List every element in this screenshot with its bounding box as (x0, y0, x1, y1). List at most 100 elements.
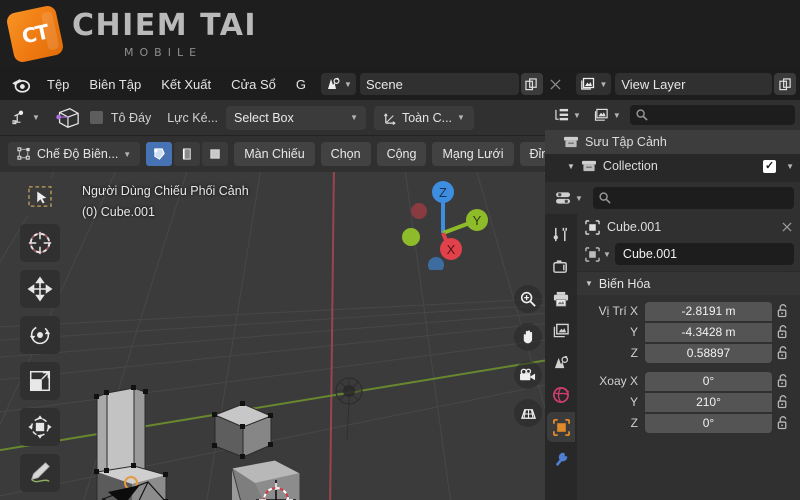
unlocked-icon[interactable] (772, 325, 794, 339)
collection-visibility-checkbox[interactable]: ✓ (763, 159, 777, 173)
chevron-down-icon[interactable]: ▼ (567, 162, 575, 171)
brand-tagline: MOBILE (124, 45, 203, 59)
menu-mesh[interactable]: Mạng Lưới (432, 142, 514, 166)
chevron-down-icon: ▼ (599, 79, 608, 89)
pan-hand-icon[interactable] (514, 323, 542, 351)
outliner-tree[interactable]: Sưu Tập Cảnh ▼ Collection ✓ ▼ (545, 130, 800, 182)
chevron-down-icon: ▼ (344, 79, 352, 89)
view-layer-field[interactable]: View Layer (615, 73, 773, 95)
unlocked-icon[interactable] (772, 346, 794, 360)
output-tab[interactable] (547, 284, 575, 314)
properties-editor-icon[interactable]: ▼ (551, 187, 587, 209)
editor-type-3dview-icon[interactable]: ▼ (8, 106, 44, 129)
render-tab[interactable] (547, 252, 575, 282)
unlocked-icon[interactable] (772, 304, 794, 318)
chevron-down-icon: ▼ (573, 110, 581, 120)
unlocked-icon[interactable] (772, 416, 794, 430)
menu-view[interactable]: Màn Chiếu (234, 142, 315, 166)
location-x-value[interactable]: -2.8191 m (645, 301, 772, 321)
close-icon[interactable] (545, 73, 567, 95)
world-tab[interactable] (547, 380, 575, 410)
menu-edit[interactable]: Biên Tập (80, 73, 150, 96)
menu-window[interactable]: Cửa Sổ (222, 73, 285, 96)
chevron-down-icon: ▼ (612, 110, 621, 120)
3d-viewport[interactable]: Người Dùng Chiếu Phối Cảnh (0) Cube.001 … (0, 172, 545, 500)
location-x-row[interactable]: Vị Trí X -2.8191 m (583, 301, 794, 321)
outliner-display-mode-icon[interactable]: ▼ (550, 104, 585, 126)
transform-panel-header[interactable]: ▼ Biến Hóa (577, 271, 800, 295)
object-square-icon[interactable]: ▼ (585, 243, 611, 265)
vertex-select-icon[interactable] (146, 142, 173, 166)
close-icon[interactable] (782, 222, 792, 232)
scene-name-field[interactable]: Scene (359, 73, 519, 95)
rotate-tool-icon[interactable] (20, 316, 60, 354)
scene-tab[interactable] (547, 348, 575, 378)
properties-search-input[interactable] (592, 187, 794, 209)
unlocked-icon[interactable] (772, 374, 794, 388)
toggle-perspective-icon[interactable] (514, 399, 542, 427)
outliner-collection-row[interactable]: ▼ Collection ✓ ▼ (545, 154, 800, 178)
location-z-row[interactable]: Z 0.58897 (583, 343, 794, 363)
location-y-row[interactable]: Y -4.3428 m (583, 322, 794, 342)
zoom-icon[interactable] (514, 285, 542, 313)
chevron-down-icon[interactable]: ▼ (585, 279, 593, 288)
cursor-tool-icon[interactable] (20, 224, 60, 262)
move-tool-icon[interactable] (20, 270, 60, 308)
blender-logo-icon[interactable] (10, 73, 32, 95)
fill-label: Tô Đáy (110, 110, 152, 125)
transform-tool-icon[interactable] (20, 408, 60, 446)
new-scene-icon[interactable] (520, 73, 543, 95)
unlocked-icon[interactable] (772, 395, 794, 409)
select-mode-value: Select Box (233, 110, 294, 125)
annotate-tool-icon[interactable] (20, 454, 60, 492)
new-view-layer-icon[interactable] (774, 73, 797, 95)
tool-tab[interactable] (547, 220, 575, 250)
chevron-down-icon[interactable]: ▼ (786, 162, 794, 171)
navigation-gizmo[interactable]: Z Y X (393, 175, 493, 270)
rotation-y-value[interactable]: 210° (645, 392, 772, 412)
rotation-x-value[interactable]: 0° (645, 371, 772, 391)
properties-breadcrumb: Cube.001 (577, 214, 800, 240)
properties-breadcrumb-label: Cube.001 (607, 220, 662, 234)
interaction-mode-dropdown[interactable]: Chế Độ Biên... ▼ (8, 142, 141, 166)
rotation-z-row[interactable]: Z 0° (583, 413, 794, 433)
scene-data-icon[interactable]: ▼ (321, 73, 356, 95)
menu-render[interactable]: Kết Xuất (152, 73, 220, 96)
menu-help[interactable]: G (287, 73, 315, 96)
fill-checkbox[interactable] (89, 111, 103, 124)
view-layer-icon[interactable]: ▼ (576, 73, 612, 95)
edge-select-icon[interactable] (174, 142, 201, 166)
rotation-x-row[interactable]: Xoay X 0° (583, 371, 794, 391)
select-mode-dropdown[interactable]: Select Box ▼ (225, 105, 366, 130)
properties-panel[interactable]: Cube.001 ▼ Cube.001 ▼ Biến Hóa Vị Trí X … (577, 214, 800, 500)
rotation-y-row[interactable]: Y 210° (583, 392, 794, 412)
outliner-filter-icon[interactable]: ▼ (589, 104, 625, 126)
location-x-label: Vị Trí X (598, 304, 638, 318)
menu-select[interactable]: Chọn (320, 142, 371, 166)
object-name-field[interactable]: Cube.001 (614, 243, 794, 265)
camera-view-icon[interactable] (514, 361, 542, 389)
mesh-select-mode-group (146, 142, 229, 166)
menu-add[interactable]: Cộng (376, 142, 427, 166)
outliner-scene-collection-label: Sưu Tập Cảnh (585, 135, 667, 149)
object-mode-cube-icon[interactable] (52, 105, 82, 131)
properties-header: ▼ (545, 182, 800, 214)
location-y-value[interactable]: -4.3428 m (645, 322, 772, 342)
object-tab[interactable] (547, 412, 575, 442)
brand-name: CHIEM TAI (72, 7, 258, 43)
outliner-search-input[interactable] (629, 105, 795, 125)
rotation-z-value[interactable]: 0° (645, 413, 772, 433)
menu-file[interactable]: Tệp (38, 73, 78, 96)
object-square-icon (585, 219, 600, 235)
scale-tool-icon[interactable] (20, 362, 60, 400)
rotation-z-label: Z (630, 416, 638, 430)
location-z-value[interactable]: 0.58897 (645, 343, 772, 363)
face-select-icon[interactable] (202, 142, 229, 166)
select-box-tool-icon[interactable] (20, 178, 60, 216)
transform-orientation-dropdown[interactable]: Toàn C... ▼ (373, 105, 474, 130)
outliner-scene-collection-row[interactable]: Sưu Tập Cảnh (545, 130, 800, 154)
rotation-x-label: Xoay X (599, 374, 638, 388)
modifier-tab[interactable] (547, 444, 575, 474)
view-layer-tab[interactable] (547, 316, 575, 346)
brand-wordmark: CHIEM TAI MOBILE (72, 7, 258, 59)
